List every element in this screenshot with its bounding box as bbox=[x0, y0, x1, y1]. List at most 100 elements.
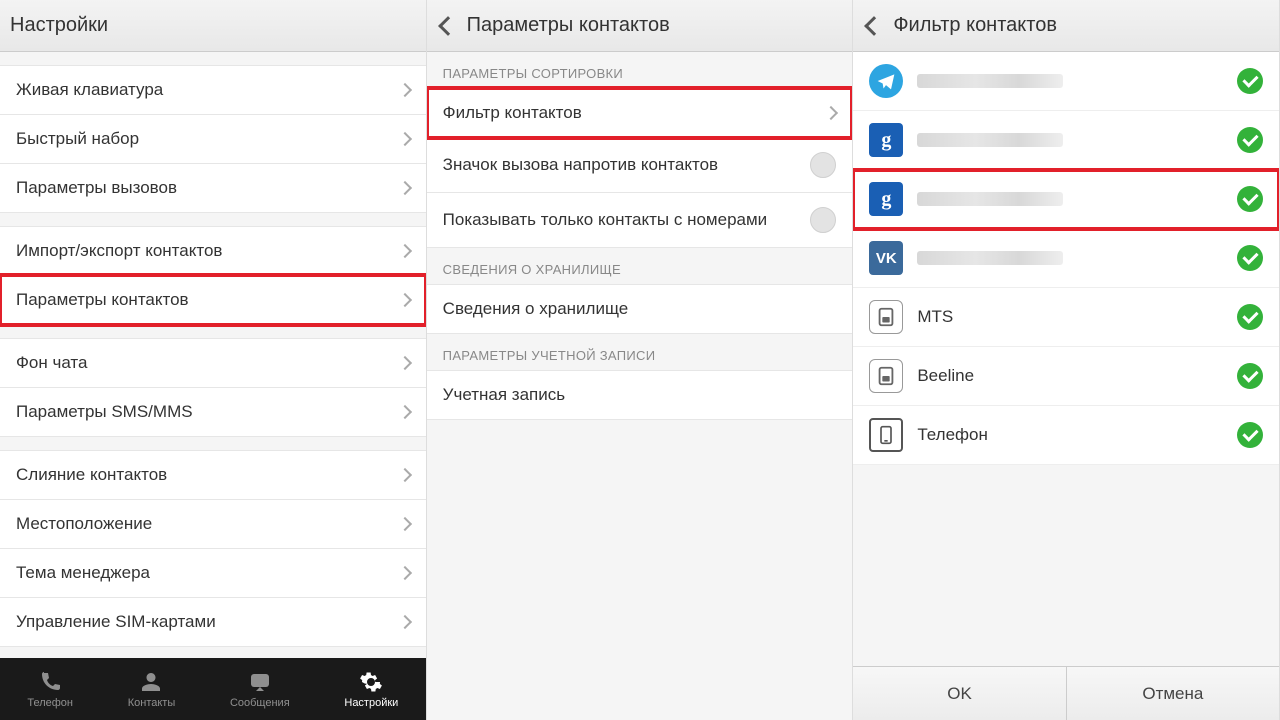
account-row-6[interactable]: Телефон bbox=[853, 406, 1279, 465]
back-icon bbox=[438, 16, 458, 36]
vk-icon: VK bbox=[869, 241, 903, 275]
chevron-right-icon bbox=[398, 615, 412, 629]
tab-icon bbox=[139, 670, 163, 694]
section-header: СВЕДЕНИЯ О ХРАНИЛИЩЕ bbox=[427, 248, 853, 285]
settings-row-9[interactable]: Тема менеджера bbox=[0, 548, 426, 598]
checkmark-icon[interactable] bbox=[1237, 422, 1263, 448]
chevron-right-icon bbox=[398, 405, 412, 419]
pane3-title: Фильтр контактов bbox=[893, 14, 1057, 37]
param-row-label: Показывать только контакты с номерами bbox=[443, 210, 811, 230]
tab-2[interactable]: Сообщения bbox=[230, 670, 290, 709]
account-row-1[interactable]: g bbox=[853, 111, 1279, 170]
bottom-tabbar: Телефон Контакты Сообщения Настройки bbox=[0, 658, 426, 720]
checkmark-icon[interactable] bbox=[1237, 304, 1263, 330]
tab-3[interactable]: Настройки bbox=[344, 670, 398, 709]
tab-0[interactable]: Телефон bbox=[27, 670, 73, 709]
pane1-title: Настройки bbox=[10, 14, 108, 37]
checkmark-icon[interactable] bbox=[1237, 127, 1263, 153]
settings-row-label: Импорт/экспорт контактов bbox=[16, 241, 400, 261]
toggle-off-icon[interactable] bbox=[810, 207, 836, 233]
chevron-right-icon bbox=[824, 106, 838, 120]
pane1-content: Живая клавиатура Быстрый набор Параметры в… bbox=[0, 52, 426, 658]
param-row-label: Учетная запись bbox=[443, 385, 837, 405]
chevron-right-icon bbox=[398, 468, 412, 482]
settings-row-label: Тема менеджера bbox=[16, 563, 400, 583]
section-header: ПАРАМЕТРЫ СОРТИРОВКИ bbox=[427, 52, 853, 89]
settings-row-3[interactable]: Импорт/экспорт контактов bbox=[0, 226, 426, 276]
contact-params-pane: Параметры контактов ПАРАМЕТРЫ СОРТИРОВКИ… bbox=[427, 0, 854, 720]
settings-row-label: Управление SIM-картами bbox=[16, 612, 400, 632]
param-row-0-1[interactable]: Значок вызова напротив контактов bbox=[427, 137, 853, 193]
cancel-button[interactable]: Отмена bbox=[1067, 667, 1279, 720]
settings-row-label: Быстрый набор bbox=[16, 129, 400, 149]
account-row-2[interactable]: g bbox=[853, 170, 1279, 229]
back-icon bbox=[864, 16, 884, 36]
settings-row-6[interactable]: Параметры SMS/MMS bbox=[0, 387, 426, 437]
account-row-4[interactable]: MTS bbox=[853, 288, 1279, 347]
account-row-5[interactable]: Beeline bbox=[853, 347, 1279, 406]
toggle-off-icon[interactable] bbox=[810, 152, 836, 178]
tab-icon bbox=[359, 670, 383, 694]
account-row-0[interactable] bbox=[853, 52, 1279, 111]
chevron-right-icon bbox=[398, 566, 412, 580]
account-row-3[interactable]: VK bbox=[853, 229, 1279, 288]
settings-row-10[interactable]: Управление SIM-картами bbox=[0, 597, 426, 647]
pane3-content: gg VK MTS Beeline Телефон bbox=[853, 52, 1279, 666]
google-icon: g bbox=[869, 123, 903, 157]
param-row-label: Значок вызова напротив контактов bbox=[443, 155, 811, 175]
settings-row-2[interactable]: Параметры вызовов bbox=[0, 163, 426, 213]
chevron-right-icon bbox=[398, 132, 412, 146]
settings-row-label: Параметры вызовов bbox=[16, 178, 400, 198]
settings-row-0[interactable]: Живая клавиатура bbox=[0, 65, 426, 115]
param-row-0-0[interactable]: Фильтр контактов bbox=[427, 88, 853, 138]
checkmark-icon[interactable] bbox=[1237, 245, 1263, 271]
checkmark-icon[interactable] bbox=[1237, 363, 1263, 389]
settings-row-label: Живая клавиатура bbox=[16, 80, 400, 100]
tab-label: Сообщения bbox=[230, 697, 290, 709]
chevron-right-icon bbox=[398, 517, 412, 531]
settings-row-label: Параметры контактов bbox=[16, 290, 400, 310]
redacted-label bbox=[917, 74, 1063, 88]
param-row-label: Фильтр контактов bbox=[443, 103, 827, 123]
chevron-right-icon bbox=[398, 83, 412, 97]
tab-label: Телефон bbox=[27, 697, 73, 709]
sim-icon bbox=[869, 359, 903, 393]
account-label: Телефон bbox=[917, 425, 1223, 445]
sim-icon bbox=[869, 300, 903, 334]
settings-row-8[interactable]: Местоположение bbox=[0, 499, 426, 549]
redacted-label bbox=[917, 192, 1063, 206]
chevron-right-icon bbox=[398, 356, 412, 370]
tab-1[interactable]: Контакты bbox=[128, 670, 176, 709]
phone-icon bbox=[869, 418, 903, 452]
google-icon: g bbox=[869, 182, 903, 216]
settings-row-1[interactable]: Быстрый набор bbox=[0, 114, 426, 164]
settings-pane: Настройки Живая клавиатура Быстрый набор П… bbox=[0, 0, 427, 720]
settings-row-label: Параметры SMS/MMS bbox=[16, 402, 400, 422]
tab-icon bbox=[248, 670, 272, 694]
tab-icon bbox=[38, 670, 62, 694]
settings-row-label: Фон чата bbox=[16, 353, 400, 373]
chevron-right-icon bbox=[398, 244, 412, 258]
settings-row-4[interactable]: Параметры контактов bbox=[0, 275, 426, 325]
param-row-2-0[interactable]: Учетная запись bbox=[427, 370, 853, 420]
section-header: ПАРАМЕТРЫ УЧЕТНОЙ ЗАПИСИ bbox=[427, 334, 853, 371]
pane2-title: Параметры контактов bbox=[467, 14, 670, 37]
param-row-0-2[interactable]: Показывать только контакты с номерами bbox=[427, 192, 853, 248]
account-label: MTS bbox=[917, 307, 1223, 327]
pane2-header[interactable]: Параметры контактов bbox=[427, 0, 853, 52]
settings-row-5[interactable]: Фон чата bbox=[0, 338, 426, 388]
pane2-content: ПАРАМЕТРЫ СОРТИРОВКИ Фильтр контактов Знач… bbox=[427, 52, 853, 720]
param-row-label: Сведения о хранилище bbox=[443, 299, 837, 319]
ok-button[interactable]: OK bbox=[853, 667, 1066, 720]
contact-filter-pane: Фильтр контактов gg VK MTS Beeline Телефон O… bbox=[853, 0, 1280, 720]
param-row-1-0[interactable]: Сведения о хранилище bbox=[427, 284, 853, 334]
pane1-header: Настройки bbox=[0, 0, 426, 52]
redacted-label bbox=[917, 251, 1063, 265]
checkmark-icon[interactable] bbox=[1237, 68, 1263, 94]
checkmark-icon[interactable] bbox=[1237, 186, 1263, 212]
dialog-buttons: OK Отмена bbox=[853, 666, 1279, 720]
chevron-right-icon bbox=[398, 181, 412, 195]
pane3-header[interactable]: Фильтр контактов bbox=[853, 0, 1279, 52]
settings-row-7[interactable]: Слияние контактов bbox=[0, 450, 426, 500]
telegram-icon bbox=[869, 64, 903, 98]
